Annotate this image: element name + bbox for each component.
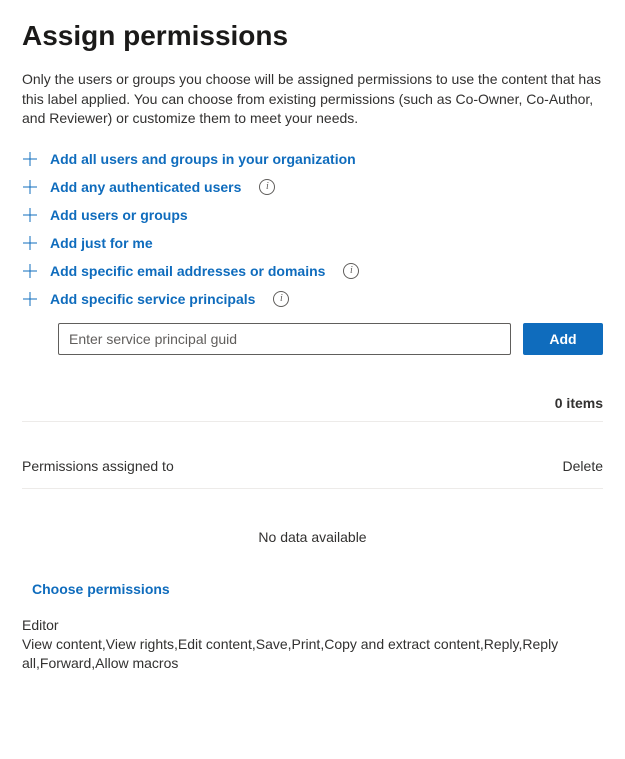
permission-role-name: Editor (22, 617, 603, 633)
service-principal-input-row: Add (22, 323, 603, 355)
permission-role-details: View content,View rights,Edit content,Sa… (22, 635, 603, 674)
add-email-action[interactable]: Add specific email addresses or domains … (22, 257, 603, 285)
table-empty-state: No data available (22, 489, 603, 575)
service-principal-input[interactable] (58, 323, 511, 355)
page-description: Only the users or groups you choose will… (22, 70, 603, 129)
add-authenticated-action[interactable]: Add any authenticated users i (22, 173, 603, 201)
items-count: 0 items (22, 395, 603, 422)
info-icon[interactable]: i (259, 179, 275, 195)
plus-icon (22, 263, 38, 279)
page-title: Assign permissions (22, 20, 603, 52)
add-authenticated-label: Add any authenticated users (50, 179, 241, 195)
info-icon[interactable]: i (343, 263, 359, 279)
add-email-label: Add specific email addresses or domains (50, 263, 325, 279)
add-all-users-action[interactable]: Add all users and groups in your organiz… (22, 145, 603, 173)
plus-icon (22, 151, 38, 167)
add-users-groups-label: Add users or groups (50, 207, 188, 223)
add-all-users-label: Add all users and groups in your organiz… (50, 151, 356, 167)
add-me-label: Add just for me (50, 235, 153, 251)
add-me-action[interactable]: Add just for me (22, 229, 603, 257)
choose-permissions-link[interactable]: Choose permissions (22, 575, 603, 617)
add-users-groups-action[interactable]: Add users or groups (22, 201, 603, 229)
column-permissions-assigned: Permissions assigned to (22, 458, 174, 474)
plus-icon (22, 235, 38, 251)
add-button[interactable]: Add (523, 323, 603, 355)
plus-icon (22, 207, 38, 223)
plus-icon (22, 291, 38, 307)
add-service-principals-label: Add specific service principals (50, 291, 255, 307)
add-service-principals-action[interactable]: Add specific service principals i (22, 285, 603, 313)
table-header: Permissions assigned to Delete (22, 444, 603, 489)
info-icon[interactable]: i (273, 291, 289, 307)
column-delete: Delete (563, 458, 603, 474)
plus-icon (22, 179, 38, 195)
